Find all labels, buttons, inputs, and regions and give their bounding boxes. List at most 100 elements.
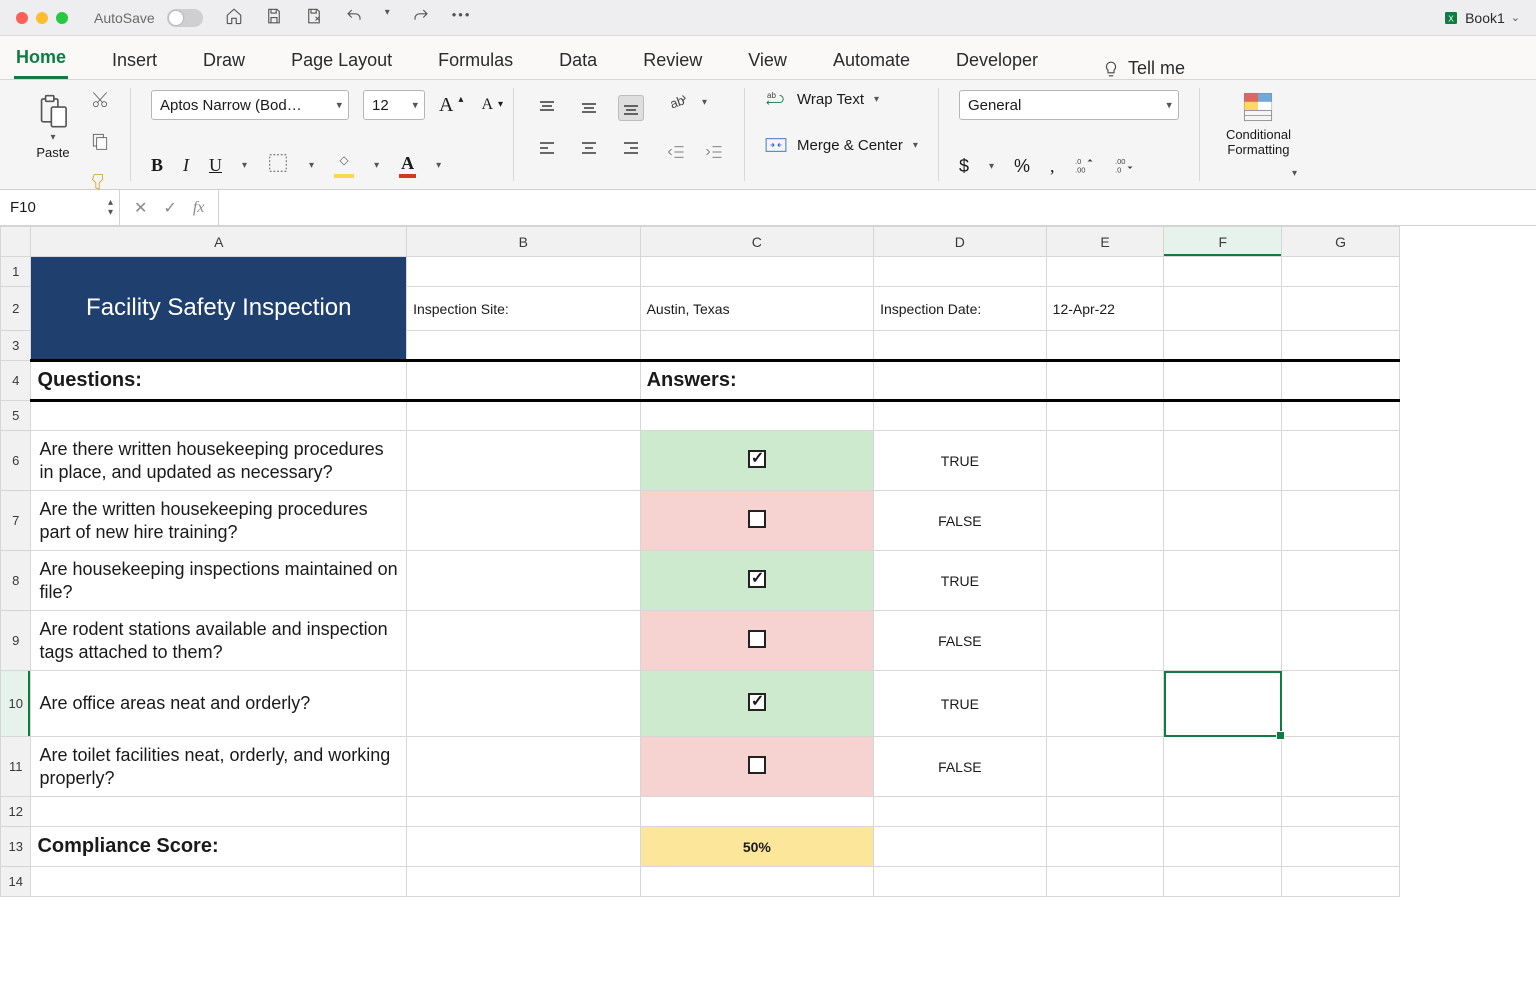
- cell[interactable]: [1282, 797, 1400, 827]
- cell-answer-checkbox[interactable]: [640, 431, 874, 491]
- close-window-button[interactable]: [16, 12, 28, 24]
- cell[interactable]: [407, 331, 641, 361]
- tab-data[interactable]: Data: [557, 44, 599, 79]
- cell-inspection-date[interactable]: 12-Apr-22: [1046, 287, 1164, 331]
- tab-view[interactable]: View: [746, 44, 789, 79]
- cell[interactable]: [1164, 737, 1282, 797]
- cell[interactable]: [874, 797, 1047, 827]
- cell[interactable]: [1164, 257, 1282, 287]
- cell-inspection-site[interactable]: Austin, Texas: [640, 287, 874, 331]
- cell[interactable]: [1046, 257, 1164, 287]
- cell[interactable]: [407, 361, 641, 401]
- chevron-down-icon[interactable]: ▾: [242, 160, 247, 171]
- percent-icon[interactable]: %: [1014, 156, 1030, 177]
- row-header[interactable]: 5: [1, 401, 31, 431]
- cell[interactable]: [407, 491, 641, 551]
- formula-input[interactable]: [219, 190, 1536, 225]
- paste-button[interactable]: ▾ Paste: [30, 90, 76, 164]
- row-header[interactable]: 1: [1, 257, 31, 287]
- cell-questions-label[interactable]: Questions:: [31, 361, 407, 401]
- cell[interactable]: [1046, 827, 1164, 867]
- cell[interactable]: [874, 331, 1047, 361]
- col-header-D[interactable]: D: [874, 227, 1047, 257]
- decrease-font-icon[interactable]: A: [481, 96, 493, 114]
- cell[interactable]: [1046, 797, 1164, 827]
- merge-center-button[interactable]: Merge & Center▾: [765, 136, 918, 154]
- cell[interactable]: [1046, 867, 1164, 897]
- cell[interactable]: [407, 737, 641, 797]
- cell[interactable]: [1164, 287, 1282, 331]
- tab-developer[interactable]: Developer: [954, 44, 1040, 79]
- copy-icon[interactable]: [90, 131, 110, 154]
- cell[interactable]: [1164, 361, 1282, 401]
- cell[interactable]: [407, 257, 641, 287]
- spreadsheet-grid[interactable]: A B C D E F G 1 Facility Safety Inspecti…: [0, 226, 1536, 998]
- cell[interactable]: [1164, 401, 1282, 431]
- cell-answer-value[interactable]: TRUE: [874, 431, 1047, 491]
- save-as-icon[interactable]: [305, 7, 323, 28]
- cell-answer-checkbox[interactable]: [640, 611, 874, 671]
- checkbox-icon[interactable]: [748, 570, 766, 588]
- home-icon[interactable]: [225, 7, 243, 28]
- minimize-window-button[interactable]: [36, 12, 48, 24]
- tab-insert[interactable]: Insert: [110, 44, 159, 79]
- cell-answer-value[interactable]: FALSE: [874, 611, 1047, 671]
- tab-review[interactable]: Review: [641, 44, 704, 79]
- cell[interactable]: [1164, 827, 1282, 867]
- font-size-dropdown[interactable]: 12▾: [363, 90, 425, 120]
- cell[interactable]: [1282, 331, 1400, 361]
- col-header-A[interactable]: A: [31, 227, 407, 257]
- cell[interactable]: [874, 257, 1047, 287]
- cell[interactable]: [1164, 431, 1282, 491]
- tab-automate[interactable]: Automate: [831, 44, 912, 79]
- row-header[interactable]: 4: [1, 361, 31, 401]
- col-header-G[interactable]: G: [1282, 227, 1400, 257]
- checkbox-icon[interactable]: [748, 630, 766, 648]
- cell[interactable]: [1282, 491, 1400, 551]
- chevron-down-icon[interactable]: ▾: [309, 160, 314, 171]
- cancel-formula-icon[interactable]: ✕: [134, 198, 147, 218]
- cell[interactable]: [1164, 867, 1282, 897]
- tab-formulas[interactable]: Formulas: [436, 44, 515, 79]
- font-color-button[interactable]: A: [399, 153, 416, 178]
- cell[interactable]: [1046, 737, 1164, 797]
- cell-answer-checkbox[interactable]: [640, 491, 874, 551]
- checkbox-icon[interactable]: [748, 693, 766, 711]
- align-left-icon[interactable]: [534, 135, 560, 161]
- chevron-down-icon[interactable]: ▾: [989, 161, 994, 172]
- undo-dropdown-icon[interactable]: ▾: [385, 7, 390, 28]
- cell[interactable]: [407, 611, 641, 671]
- cell[interactable]: [874, 827, 1047, 867]
- cell[interactable]: [31, 797, 407, 827]
- cell-inspection-site-label[interactable]: Inspection Site:: [407, 287, 641, 331]
- autosave-toggle[interactable]: [167, 9, 203, 27]
- cell[interactable]: [1164, 611, 1282, 671]
- cell[interactable]: [1164, 331, 1282, 361]
- cell-answer-value[interactable]: TRUE: [874, 671, 1047, 737]
- cell[interactable]: [407, 401, 641, 431]
- name-box-stepper[interactable]: ▴▾: [108, 198, 113, 218]
- cell[interactable]: [1046, 491, 1164, 551]
- cell-title[interactable]: Facility Safety Inspection: [31, 257, 407, 361]
- cell-question[interactable]: Are housekeeping inspections maintained …: [31, 551, 407, 611]
- cell[interactable]: [1046, 551, 1164, 611]
- row-header[interactable]: 6: [1, 431, 31, 491]
- chevron-down-icon[interactable]: ▾: [1292, 168, 1297, 179]
- cell[interactable]: [1282, 611, 1400, 671]
- cell[interactable]: [874, 867, 1047, 897]
- cell[interactable]: [1282, 361, 1400, 401]
- tab-draw[interactable]: Draw: [201, 44, 247, 79]
- cell[interactable]: [1282, 287, 1400, 331]
- cell[interactable]: [407, 867, 641, 897]
- row-header[interactable]: 11: [1, 737, 31, 797]
- conditional-formatting-button[interactable]: Conditional Formatting: [1220, 90, 1297, 158]
- row-header[interactable]: 2: [1, 287, 31, 331]
- cell-answer-checkbox[interactable]: [640, 551, 874, 611]
- row-header[interactable]: 3: [1, 331, 31, 361]
- decrease-decimal-icon[interactable]: .00.0: [1115, 154, 1135, 179]
- col-header-E[interactable]: E: [1046, 227, 1164, 257]
- cell-answer-value[interactable]: FALSE: [874, 491, 1047, 551]
- cell[interactable]: [407, 551, 641, 611]
- cell[interactable]: [1282, 867, 1400, 897]
- cell[interactable]: [31, 401, 407, 431]
